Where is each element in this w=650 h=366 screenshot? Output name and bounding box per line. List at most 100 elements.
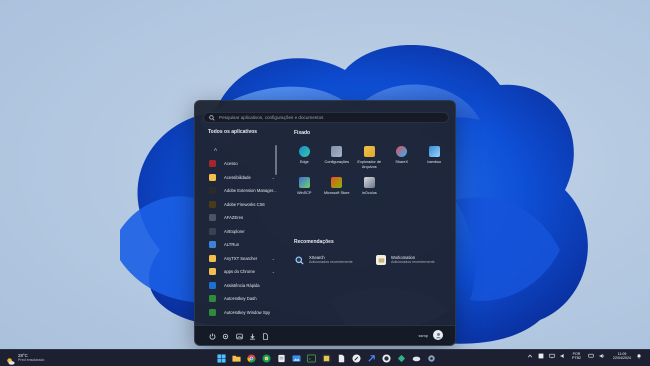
app-list-item[interactable]: Acesso xyxy=(203,157,279,171)
recommended-item-workomation[interactable]: Workomation Adicionados recentemente xyxy=(376,255,435,265)
documents-icon[interactable] xyxy=(261,332,269,340)
app-list-item[interactable]: AirExplorer xyxy=(203,225,279,239)
obs-icon[interactable] xyxy=(381,354,391,364)
chevron-down-icon[interactable]: ⌄ xyxy=(272,256,275,261)
fireworks-icon xyxy=(209,200,216,208)
pinned-app-configura-es[interactable]: Configurações xyxy=(321,146,354,169)
bamboo-icon xyxy=(428,146,440,157)
xsearch-icon xyxy=(294,255,304,265)
store-icon xyxy=(331,177,343,189)
app-list-item[interactable]: AFAZEres xyxy=(203,211,279,225)
codeblock-app-icon[interactable] xyxy=(321,354,331,364)
speaker-icon[interactable] xyxy=(598,353,605,360)
recommended-subtitle: Adicionados recentemente xyxy=(391,260,435,265)
pinned-app-label: Configurações xyxy=(324,160,349,164)
pinned-app-label: InOculus xyxy=(361,191,377,196)
pinned-app-sharex[interactable]: ShareX xyxy=(386,146,419,169)
section-letter-a[interactable]: A xyxy=(214,147,279,152)
pinned-app-winscp[interactable]: WinSCP xyxy=(288,177,321,196)
chevron-down-icon[interactable]: ⌄ xyxy=(272,269,275,274)
pinned-app-explorador-de-arquivos[interactable]: Explorador de Arquivos xyxy=(353,146,386,169)
app-list-item[interactable]: AutoHotkey Dash xyxy=(203,292,279,306)
pinned-app-label: Explorador de Arquivos xyxy=(357,160,382,169)
cloud-app-icon[interactable] xyxy=(411,354,421,364)
tray-network-icon[interactable] xyxy=(587,353,594,360)
downloads-icon[interactable] xyxy=(248,332,256,340)
document-app-icon[interactable] xyxy=(336,354,346,364)
sun-cloud-icon xyxy=(6,353,15,365)
apps-scrollbar[interactable] xyxy=(275,145,277,175)
app-list-item[interactable]: Adobe Fireworks CS6 xyxy=(203,198,279,212)
taskbar: 28°C Pred ensolarado >_ POR PTB2 11:09 2… xyxy=(0,349,650,366)
app-list-item[interactable]: Assistência Rápida xyxy=(203,279,279,293)
file-explorer-icon[interactable] xyxy=(231,354,241,364)
app-list-item[interactable]: Acessibilidade ⌄ xyxy=(203,171,279,185)
app-list-item[interactable]: apps do Chrome ⌄ xyxy=(203,265,279,279)
network-icon[interactable] xyxy=(548,353,555,360)
folder-icon xyxy=(209,268,216,276)
settings-gear-icon[interactable] xyxy=(426,354,436,364)
pinned-app-inoculus[interactable]: InOculus xyxy=(353,177,386,196)
app-list-item[interactable]: AnyTXT Searcher ⌄ xyxy=(203,252,279,266)
app-label: Acesso xyxy=(224,161,238,167)
notification-bell-icon[interactable] xyxy=(635,353,642,360)
app-label: apps do Chrome xyxy=(224,269,255,275)
airexplorer-icon xyxy=(209,227,216,235)
weather-description: Pred ensolarado xyxy=(18,358,45,362)
altrun-icon xyxy=(209,241,216,249)
pinned-app-microsoft-store[interactable]: Microsoft Store xyxy=(321,177,354,196)
language-indicator[interactable]: POR PTB2 xyxy=(572,352,581,361)
app-label: Assistência Rápida xyxy=(224,282,260,288)
chrome-profile-icon[interactable] xyxy=(261,354,271,364)
app-list-item[interactable]: Adobe Extension Manager... xyxy=(203,184,279,198)
weather-widget[interactable]: 28°C Pred ensolarado xyxy=(6,353,45,365)
all-apps-list: Todos os aplicativos A Acesso Acessibilid… xyxy=(203,129,279,317)
pen-app-icon[interactable] xyxy=(351,354,361,364)
user-account[interactable]: ssmp xyxy=(418,330,443,340)
clock[interactable]: 11:09 22/04/2024 xyxy=(613,352,631,361)
gallery-icon[interactable] xyxy=(235,332,243,340)
app-label: Adobe Extension Manager... xyxy=(224,188,277,194)
windows-start-icon[interactable] xyxy=(216,354,226,364)
app-label: Acessibilidade xyxy=(224,174,251,180)
recommended-item-xsearch[interactable]: XSearch Adicionados recentemente xyxy=(294,255,353,265)
photos-app-icon[interactable] xyxy=(291,354,301,364)
pinned-app-bamboo[interactable]: bamboo xyxy=(418,146,451,169)
settings-icon[interactable] xyxy=(221,332,229,340)
start-menu: Todos os aplicativos A Acesso Acessibilid… xyxy=(194,100,456,346)
chrome-icon[interactable] xyxy=(246,354,256,364)
volume-icon[interactable] xyxy=(559,353,566,360)
app-label: AFAZEres xyxy=(224,215,244,221)
search-input[interactable] xyxy=(219,115,439,120)
quick-assist-icon xyxy=(209,281,216,289)
notes-app-icon[interactable] xyxy=(276,354,286,364)
arrow-app-icon[interactable] xyxy=(366,354,376,364)
tray-app-icon[interactable] xyxy=(537,353,544,360)
app-list-item[interactable]: AutoHotkey Window Spy xyxy=(203,306,279,320)
recommended-header: Recomendações xyxy=(294,239,334,245)
settings-icon xyxy=(331,146,343,157)
all-apps-header: Todos os aplicativos xyxy=(208,129,258,135)
app-label: AutoHotkey Dash xyxy=(224,296,257,302)
app-list-item[interactable]: ALTRun xyxy=(203,238,279,252)
sharex-icon xyxy=(396,146,408,157)
pinned-app-label: bamboo xyxy=(427,160,442,164)
pinned-apps-grid: Edge Configurações Explorador de Arquivos S… xyxy=(288,146,448,196)
chevron-down-icon[interactable]: ⌄ xyxy=(272,175,275,180)
power-icon[interactable] xyxy=(208,332,216,340)
terminal-icon[interactable]: >_ xyxy=(306,354,316,364)
avatar[interactable] xyxy=(433,330,443,340)
adobe-extension-icon xyxy=(209,187,216,195)
chevron-up-icon[interactable] xyxy=(526,353,533,360)
folder-icon xyxy=(209,173,216,181)
autohotkey-icon xyxy=(209,295,216,303)
workomation-icon xyxy=(376,255,386,265)
folder-icon xyxy=(209,254,216,262)
autohotkey-icon xyxy=(209,308,216,316)
pinned-app-edge[interactable]: Edge xyxy=(288,146,321,169)
user-name: ssmp xyxy=(418,332,428,338)
pinned-header: Fixado xyxy=(294,130,311,136)
start-search-box[interactable] xyxy=(203,112,449,123)
app-label: ALTRun xyxy=(224,242,240,248)
app-icon-green[interactable] xyxy=(396,354,406,364)
